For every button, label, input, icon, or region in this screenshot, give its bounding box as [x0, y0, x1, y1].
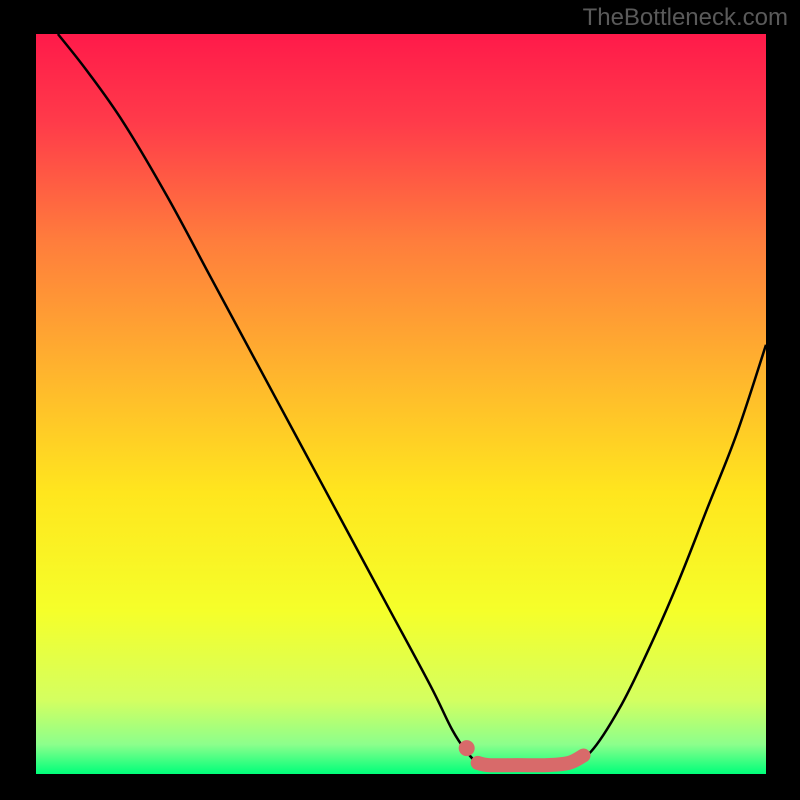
series-marker-point: [459, 740, 475, 756]
chart-container: TheBottleneck.com: [0, 0, 800, 800]
plot-background: [36, 34, 766, 774]
chart-svg: [0, 0, 800, 800]
watermark-text: TheBottleneck.com: [583, 4, 788, 32]
